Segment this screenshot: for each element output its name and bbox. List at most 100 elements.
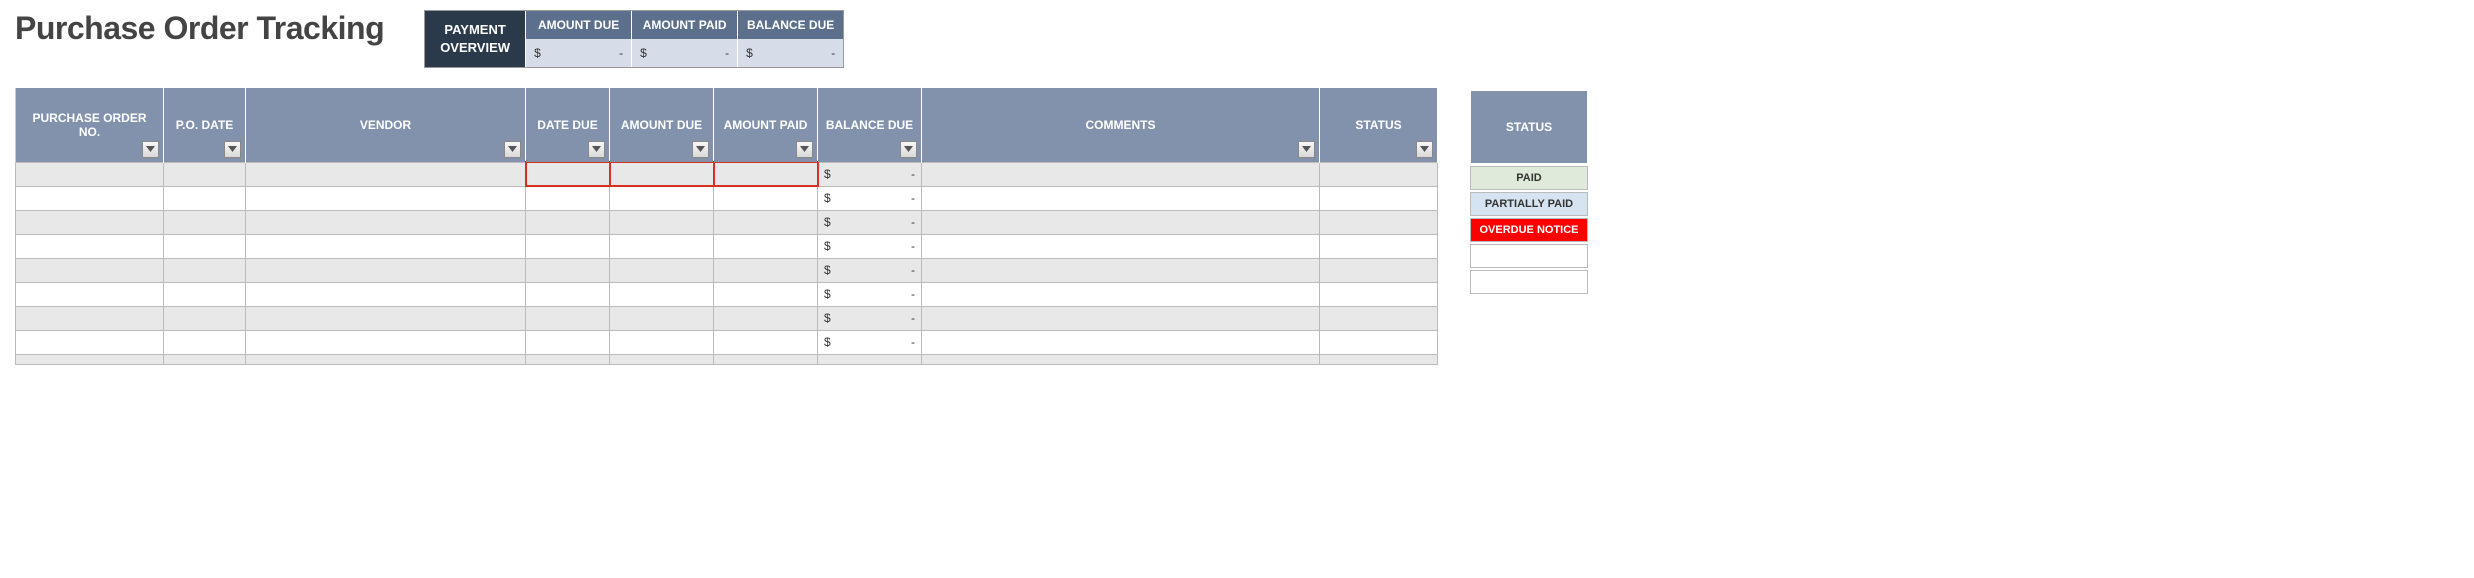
cell[interactable] <box>714 210 818 234</box>
cell[interactable] <box>1320 234 1438 258</box>
table-row: $- <box>16 234 1438 258</box>
cell[interactable] <box>922 210 1320 234</box>
cell[interactable] <box>714 186 818 210</box>
cell[interactable] <box>246 354 526 364</box>
cell[interactable] <box>922 282 1320 306</box>
cell[interactable] <box>1320 282 1438 306</box>
cell[interactable] <box>526 258 610 282</box>
cell[interactable] <box>164 162 246 186</box>
overview-label-line2: OVERVIEW <box>435 39 515 57</box>
cell[interactable] <box>922 330 1320 354</box>
cell[interactable] <box>610 210 714 234</box>
cell[interactable] <box>610 258 714 282</box>
cell[interactable] <box>922 258 1320 282</box>
overview-amount-paid-header: AMOUNT PAID <box>631 11 737 39</box>
cell[interactable]: $- <box>818 306 922 330</box>
cell[interactable]: $- <box>818 234 922 258</box>
table-row: $- <box>16 282 1438 306</box>
cell[interactable] <box>16 330 164 354</box>
cell[interactable] <box>714 162 818 186</box>
cell[interactable] <box>714 258 818 282</box>
cell[interactable] <box>714 330 818 354</box>
cell[interactable] <box>714 354 818 364</box>
cell[interactable] <box>246 186 526 210</box>
cell[interactable]: $- <box>818 186 922 210</box>
cell[interactable] <box>164 210 246 234</box>
cell[interactable]: $- <box>818 210 922 234</box>
cell[interactable] <box>164 258 246 282</box>
col-header: DATE DUE <box>526 88 610 162</box>
cell[interactable] <box>246 234 526 258</box>
cell[interactable] <box>246 162 526 186</box>
cell[interactable] <box>164 186 246 210</box>
cell[interactable] <box>164 354 246 364</box>
cell[interactable] <box>246 258 526 282</box>
filter-dropdown-icon[interactable] <box>900 141 917 158</box>
overview-balance-due-header: BALANCE DUE <box>737 11 843 39</box>
cell[interactable] <box>922 162 1320 186</box>
cell[interactable] <box>1320 210 1438 234</box>
cell[interactable] <box>922 354 1320 364</box>
cell[interactable] <box>922 234 1320 258</box>
cell[interactable] <box>526 354 610 364</box>
cell[interactable] <box>610 354 714 364</box>
cell[interactable] <box>526 210 610 234</box>
cell[interactable]: $- <box>818 282 922 306</box>
cell[interactable] <box>526 186 610 210</box>
table-row <box>16 354 1438 364</box>
cell[interactable] <box>526 234 610 258</box>
cell[interactable] <box>164 306 246 330</box>
cell[interactable] <box>526 282 610 306</box>
table-row: $- <box>16 162 1438 186</box>
cell[interactable] <box>1320 330 1438 354</box>
cell[interactable] <box>610 282 714 306</box>
cell[interactable]: $- <box>818 162 922 186</box>
cell[interactable] <box>818 354 922 364</box>
cell[interactable] <box>16 306 164 330</box>
filter-dropdown-icon[interactable] <box>1416 141 1433 158</box>
cell[interactable] <box>1320 258 1438 282</box>
cell[interactable] <box>246 210 526 234</box>
cell[interactable] <box>1320 162 1438 186</box>
filter-dropdown-icon[interactable] <box>224 141 241 158</box>
cell[interactable] <box>610 162 714 186</box>
filter-dropdown-icon[interactable] <box>796 141 813 158</box>
cell[interactable] <box>164 330 246 354</box>
cell[interactable] <box>1320 354 1438 364</box>
cell[interactable] <box>16 234 164 258</box>
legend-item: PARTIALLY PAID <box>1470 192 1588 216</box>
cell[interactable] <box>16 162 164 186</box>
cell[interactable] <box>164 234 246 258</box>
cell[interactable]: $- <box>818 330 922 354</box>
cell[interactable] <box>164 282 246 306</box>
filter-dropdown-icon[interactable] <box>1298 141 1315 158</box>
cell[interactable] <box>16 354 164 364</box>
cell[interactable] <box>16 210 164 234</box>
cell[interactable] <box>16 258 164 282</box>
filter-dropdown-icon[interactable] <box>692 141 709 158</box>
cell[interactable] <box>526 330 610 354</box>
filter-dropdown-icon[interactable] <box>588 141 605 158</box>
cell[interactable] <box>526 306 610 330</box>
cell[interactable] <box>610 330 714 354</box>
cell[interactable] <box>1320 186 1438 210</box>
cell[interactable] <box>610 306 714 330</box>
filter-dropdown-icon[interactable] <box>504 141 521 158</box>
cell[interactable] <box>714 282 818 306</box>
cell[interactable] <box>246 306 526 330</box>
cell[interactable] <box>246 282 526 306</box>
cell[interactable] <box>922 186 1320 210</box>
cell[interactable] <box>714 306 818 330</box>
cell[interactable] <box>610 186 714 210</box>
cell[interactable] <box>246 330 526 354</box>
cell[interactable] <box>16 282 164 306</box>
table-row: $- <box>16 186 1438 210</box>
cell[interactable] <box>610 234 714 258</box>
cell[interactable] <box>526 162 610 186</box>
cell[interactable] <box>16 186 164 210</box>
cell[interactable] <box>1320 306 1438 330</box>
cell[interactable] <box>922 306 1320 330</box>
filter-dropdown-icon[interactable] <box>142 141 159 158</box>
cell[interactable] <box>714 234 818 258</box>
cell[interactable]: $- <box>818 258 922 282</box>
